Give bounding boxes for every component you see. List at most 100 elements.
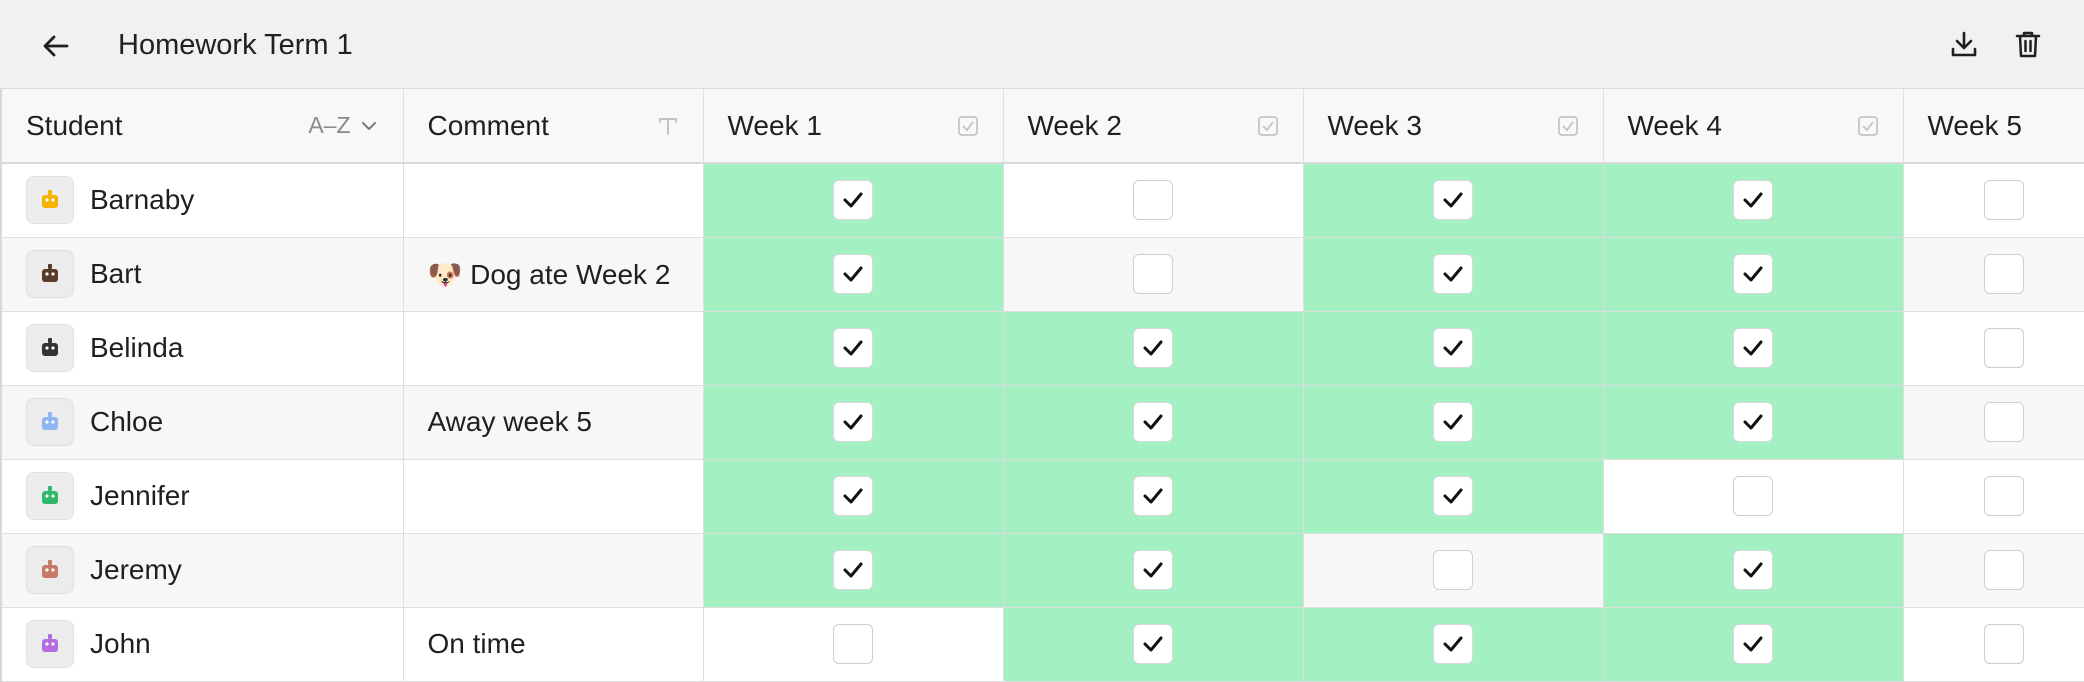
column-label-week: Week 2 [1027,109,1122,141]
student-name: Jennifer [90,480,190,511]
week-3-cell [1303,385,1604,460]
checked-checkbox[interactable] [833,328,873,368]
unchecked-checkbox[interactable] [1133,180,1173,221]
unchecked-checkbox[interactable] [1984,624,2024,664]
grades-table: Student A–Z Comment Week 1 Week 2 Week 3… [0,89,2084,682]
unchecked-checkbox[interactable] [1984,254,2024,294]
column-label-week: Week 1 [727,109,822,141]
student-cell[interactable]: Belinda [0,311,404,386]
comment-cell[interactable] [403,163,704,238]
week-1-cell [703,385,1004,460]
checked-checkbox[interactable] [833,180,873,221]
column-header-week-3[interactable]: Week 3 [1303,89,1604,164]
week-3-cell [1303,311,1604,386]
checked-checkbox[interactable] [1733,624,1773,664]
column-header-week-2[interactable]: Week 2 [1003,89,1304,164]
bag-avatar-icon [26,250,74,298]
trash-icon[interactable] [2006,22,2050,66]
checked-checkbox[interactable] [833,476,873,516]
comment-text: On time [427,628,526,659]
week-5-cell [1903,311,2084,386]
checked-checkbox[interactable] [1133,624,1173,664]
checked-checkbox[interactable] [833,402,873,442]
header-row: Student A–Z Comment Week 1 Week 2 Week 3… [0,89,2084,164]
column-header-comment[interactable]: Comment [403,89,704,164]
week-5-cell [1903,385,2084,460]
checked-checkbox[interactable] [1733,550,1773,590]
sort-label: A–Z [308,112,351,138]
comment-cell[interactable] [403,533,704,608]
unchecked-checkbox[interactable] [1984,476,2024,516]
student-name: Bart [90,258,142,289]
week-4-cell [1603,311,1904,386]
checked-checkbox[interactable] [1433,476,1473,516]
sort-control[interactable]: A–Z [308,112,378,139]
table-row: Chloe Away week 5 [0,385,2084,460]
comment-text: 🐶 Dog ate Week 2 [427,258,671,290]
checked-checkbox[interactable] [1433,254,1473,294]
column-header-week-5[interactable]: Week 5 [1903,89,2084,164]
dragon-avatar-icon [26,472,74,520]
week-1-cell [703,607,1004,682]
checked-checkbox[interactable] [1133,328,1173,368]
table-row: Bart 🐶 Dog ate Week 2 [0,237,2084,312]
column-label-comment: Comment [427,109,549,141]
student-cell[interactable]: Chloe [0,385,404,460]
checked-checkbox[interactable] [1733,402,1773,442]
comment-cell[interactable]: 🐶 Dog ate Week 2 [403,237,704,312]
checked-checkbox[interactable] [1733,180,1773,221]
checked-checkbox[interactable] [1433,180,1473,221]
unchecked-checkbox[interactable] [1984,180,2024,221]
arrow-left-icon[interactable] [34,24,78,68]
column-header-week-4[interactable]: Week 4 [1603,89,1904,164]
robot-avatar-icon [26,176,74,225]
week-5-cell [1903,459,2084,534]
checked-checkbox[interactable] [1433,328,1473,368]
week-4-cell [1603,385,1904,460]
student-cell[interactable]: Jennifer [0,459,404,534]
checked-checkbox[interactable] [1133,402,1173,442]
student-cell[interactable]: John [0,607,404,682]
comment-cell[interactable] [403,459,704,534]
week-2-cell [1003,163,1304,238]
week-4-cell [1603,533,1904,608]
checkbox-type-icon [1857,115,1879,137]
unchecked-checkbox[interactable] [1433,550,1473,590]
week-2-cell [1003,533,1304,608]
week-4-cell [1603,163,1904,238]
week-2-cell [1003,237,1304,312]
week-3-cell [1303,237,1604,312]
unchecked-checkbox[interactable] [1984,550,2024,590]
download-icon[interactable] [1942,22,1986,66]
unchecked-checkbox[interactable] [1984,328,2024,368]
week-4-cell [1603,607,1904,682]
student-name: Barnaby [90,184,195,216]
week-2-cell [1003,385,1304,460]
checked-checkbox[interactable] [1433,624,1473,664]
table-row: John On time [0,607,2084,682]
checked-checkbox[interactable] [833,550,873,590]
unchecked-checkbox[interactable] [1733,476,1773,516]
column-header-student[interactable]: Student A–Z [0,89,404,164]
week-1-cell [703,459,1004,534]
unchecked-checkbox[interactable] [1133,254,1173,294]
column-label-week: Week 4 [1627,109,1722,141]
student-cell[interactable]: Jeremy [0,533,404,608]
comment-cell[interactable]: Away week 5 [403,385,704,460]
unchecked-checkbox[interactable] [1984,402,2024,442]
checked-checkbox[interactable] [1433,402,1473,442]
checked-checkbox[interactable] [1133,476,1173,516]
column-header-week-1[interactable]: Week 1 [703,89,1004,164]
unchecked-checkbox[interactable] [833,624,873,664]
checked-checkbox[interactable] [833,254,873,294]
checked-checkbox[interactable] [1133,550,1173,590]
checked-checkbox[interactable] [1733,254,1773,294]
checkbox-type-icon [957,115,979,137]
student-cell[interactable]: Bart [0,237,404,312]
comment-cell[interactable]: On time [403,607,704,682]
student-cell[interactable]: Barnaby [0,163,404,238]
student-name: Belinda [90,332,184,363]
fox-avatar-icon [26,546,74,594]
checked-checkbox[interactable] [1733,328,1773,368]
comment-cell[interactable] [403,311,704,386]
